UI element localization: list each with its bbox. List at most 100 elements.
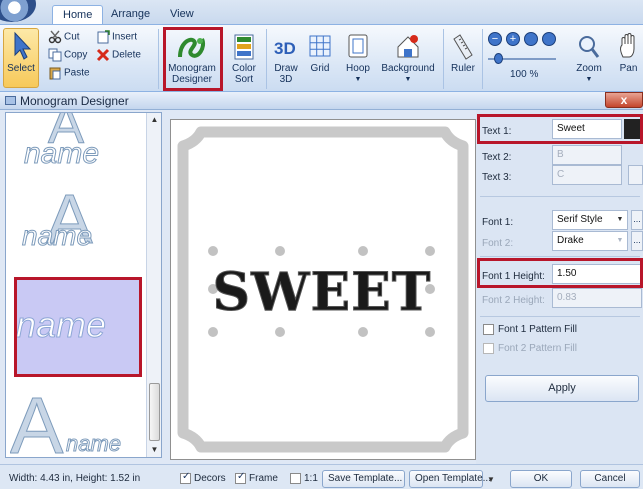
text3-input[interactable]: C [552, 165, 622, 185]
svg-text:3D: 3D [274, 39, 296, 58]
grid-button[interactable]: Grid [305, 33, 335, 74]
template-letter: A [10, 381, 64, 458]
ruler-icon [453, 34, 473, 60]
draw-3d-label-line2: 3D [279, 74, 293, 85]
font1-pattern-checkbox[interactable] [483, 324, 494, 335]
font2-height-input[interactable]: 0.83 [552, 288, 642, 308]
zoom-dropdown-icon[interactable]: ▼ [572, 74, 606, 85]
design-canvas[interactable]: SWEET [170, 119, 476, 460]
zoom-slider[interactable] [488, 53, 556, 64]
color-sort-button[interactable]: Color Sort [228, 33, 260, 85]
zoom-value: 100 % [510, 69, 539, 80]
text1-highlight [477, 114, 643, 144]
template-item[interactable]: A name [10, 113, 143, 175]
app-menu-button[interactable] [0, 0, 36, 22]
zoom-in-icon[interactable]: + [506, 32, 520, 46]
grid-icon [309, 35, 331, 57]
text2-label: Text 2: [482, 152, 512, 163]
cancel-button[interactable]: Cancel [580, 470, 640, 488]
cut-button[interactable]: Cut [48, 30, 80, 44]
ribbon-separator [482, 29, 483, 89]
scroll-thumb[interactable] [149, 383, 160, 441]
tab-view[interactable]: View [160, 5, 204, 24]
paste-button[interactable]: Paste [48, 66, 90, 80]
hoop-dropdown-icon[interactable]: ▼ [342, 74, 374, 85]
divider [480, 256, 640, 257]
monogram-preview: SWEET [177, 126, 469, 453]
insert-button[interactable]: Insert [96, 30, 137, 44]
zoom-reset-icon[interactable] [542, 32, 556, 46]
text2-input[interactable]: B [552, 145, 622, 165]
ruler-button[interactable]: Ruler [448, 33, 478, 74]
font2-label: Font 2: [482, 238, 514, 249]
template-preview-2: A name [22, 180, 94, 259]
ok-button[interactable]: OK [510, 470, 572, 488]
font1-more-button[interactable]: ... [631, 210, 643, 230]
pan-label: Pan [619, 63, 638, 74]
ratio-checkbox[interactable] [290, 473, 301, 484]
font2-height-label: Font 2 Height: [482, 295, 545, 306]
monogram-designer-highlight [163, 27, 223, 91]
ruler-label: Ruler [451, 63, 475, 74]
delete-label: Delete [112, 49, 141, 61]
background-dropdown-icon[interactable]: ▼ [378, 74, 438, 85]
font1-select[interactable]: Serif Style ▼ [552, 210, 628, 230]
color-sort-icon [234, 34, 254, 60]
hoop-label: Hoop [346, 63, 370, 74]
tab-arrange[interactable]: Arrange [101, 5, 160, 24]
scroll-down-icon[interactable]: ▼ [147, 443, 161, 457]
close-button[interactable]: x [605, 92, 643, 108]
status-bar: Width: 4.43 in, Height: 1.52 in Decors F… [0, 464, 643, 489]
template-word: name [22, 220, 92, 251]
hoop-button[interactable]: Hoop ▼ [342, 33, 374, 85]
ribbon-separator [158, 29, 159, 89]
zoom-out-icon[interactable]: − [488, 32, 502, 46]
monogram-text: SWEET [213, 262, 432, 323]
magnifier-icon [579, 36, 600, 58]
font2-pattern-checkbox[interactable] [483, 343, 494, 354]
designer-title-bar: Monogram Designer x [0, 92, 643, 110]
cut-label: Cut [64, 31, 80, 43]
font2-select[interactable]: Drake ▼ [552, 231, 628, 251]
frame-checkbox[interactable] [235, 471, 246, 484]
divider [480, 316, 640, 317]
decors-label: Decors [194, 473, 226, 484]
pointer-icon [14, 31, 32, 60]
copy-icon [48, 48, 62, 62]
zoom-button[interactable]: Zoom ▼ [572, 33, 606, 85]
open-template-button[interactable]: Open Template... [409, 470, 491, 488]
template-list: A name A name name A name ▲ ▼ [5, 112, 162, 458]
zoom-slider-thumb[interactable] [494, 53, 503, 64]
copy-button[interactable]: Copy [48, 48, 87, 62]
decors-checkbox[interactable] [180, 471, 191, 484]
insert-icon [97, 30, 110, 44]
designer-title: Monogram Designer [20, 94, 129, 108]
tab-home[interactable]: Home [52, 5, 104, 24]
zoom-circle-buttons: − + [488, 32, 568, 48]
scroll-up-icon[interactable]: ▲ [147, 113, 161, 127]
paste-label: Paste [64, 67, 90, 79]
template-item[interactable]: A name [10, 381, 143, 458]
color-sort-label-line2: Sort [234, 74, 254, 85]
text3-color-swatch[interactable] [628, 165, 643, 185]
select-button[interactable]: Select [3, 28, 39, 88]
pan-button[interactable]: Pan [614, 33, 643, 74]
delete-button[interactable]: Delete [96, 48, 141, 62]
font1-pattern-label: Font 1 Pattern Fill [498, 324, 577, 335]
template-item[interactable]: A name [10, 180, 143, 263]
window-icon [5, 96, 16, 105]
frame-label: Frame [249, 473, 278, 484]
insert-label: Insert [112, 31, 138, 43]
zoom-label: Zoom [576, 63, 602, 74]
template-scrollbar[interactable]: ▲ ▼ [146, 113, 161, 457]
zoom-fit-icon[interactable] [524, 32, 538, 46]
open-template-dropdown-icon[interactable]: ▼ [487, 475, 495, 484]
background-button[interactable]: Background ▼ [378, 33, 438, 85]
chevron-down-icon: ▼ [616, 216, 624, 223]
save-template-button[interactable]: Save Template... [322, 470, 405, 488]
hand-icon [619, 33, 634, 58]
font1-label: Font 1: [482, 217, 514, 228]
draw-3d-button[interactable]: 3D Draw 3D [272, 33, 300, 85]
font2-more-button[interactable]: ... [631, 231, 643, 251]
apply-button[interactable]: Apply [485, 375, 639, 402]
